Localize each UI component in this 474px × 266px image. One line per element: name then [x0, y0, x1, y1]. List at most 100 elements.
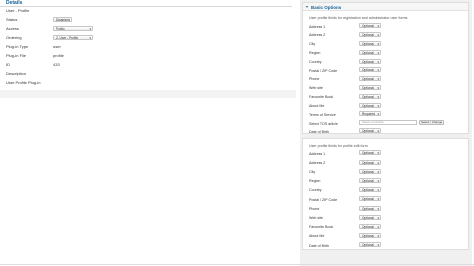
description-label: Description	[6, 71, 27, 76]
field-row: Phone Optional ▾	[309, 205, 464, 213]
basic-options-header[interactable]: ▾ Basic Options	[303, 3, 468, 11]
field-select[interactable]: Optional ▾	[359, 159, 381, 165]
plugin-file-label: Plug-in File	[6, 53, 27, 58]
chevron-down-icon: ▾	[377, 77, 379, 82]
plugin-name: User - Profile	[6, 8, 30, 13]
field-select[interactable]: Optional ▾	[359, 32, 381, 38]
ordering-select[interactable]: 2. User - Profile ▾	[53, 35, 93, 41]
id-label: ID	[6, 62, 10, 67]
field-select[interactable]: Optional ▾	[359, 76, 381, 82]
field-label: About Me	[309, 234, 325, 239]
field-row: Address 2 Optional ▾	[309, 159, 464, 167]
chevron-down-icon: ▾	[89, 36, 91, 41]
field-row: Country Optional ▾	[309, 187, 464, 195]
chevron-down-icon: ▾	[377, 151, 379, 156]
field-select[interactable]: Optional ▾	[359, 205, 381, 211]
chevron-down-icon: ▾	[377, 86, 379, 91]
chevron-down-icon: ▾	[377, 206, 379, 211]
field-label: Phone	[309, 206, 320, 211]
field-label: Terms of Service	[309, 112, 336, 117]
field-select[interactable]: Optional ▾	[359, 214, 381, 220]
id-value: 433	[53, 62, 60, 67]
chevron-down-icon: ▾	[377, 197, 379, 202]
field-select[interactable]: Optional ▾	[359, 187, 381, 193]
field-label: Address 1	[309, 24, 326, 29]
field-label: City	[309, 169, 316, 174]
access-select[interactable]: Public ▾	[53, 26, 93, 32]
field-select[interactable]: Optional ▾	[359, 41, 381, 47]
field-label: Web site	[309, 86, 323, 91]
field-label: Favourite Book	[309, 225, 334, 230]
chevron-down-icon: ▾	[377, 33, 379, 38]
field-row: Region Optional ▾	[309, 49, 464, 57]
basic-options-pane: ▾ Basic Options User profile fields for …	[302, 2, 469, 134]
tos-article-input[interactable]: Select an Article	[359, 120, 417, 126]
field-select[interactable]: Optional ▾	[359, 85, 381, 91]
field-row: Postal / ZIP Code Optional ▾	[309, 67, 464, 75]
select-change-button[interactable]: Select / Change	[419, 120, 445, 126]
field-row: Favourite Book Optional ▾	[309, 224, 464, 232]
field-select[interactable]: Optional ▾	[359, 178, 381, 184]
chevron-down-icon: ▾	[68, 18, 70, 23]
field-row: Web site Optional ▾	[309, 85, 464, 93]
field-row: Address 1 Optional ▾	[309, 23, 464, 31]
registration-dob-row: Date of Birth Optional ▾	[309, 128, 464, 136]
plugin-file-value: profile	[53, 53, 64, 58]
field-row: Terms of Service Required ▾	[309, 111, 464, 119]
field-select[interactable]: Optional ▾	[359, 67, 381, 73]
field-select[interactable]: Optional ▾	[359, 168, 381, 174]
access-label: Access	[6, 26, 19, 31]
field-label: Phone	[309, 77, 320, 82]
field-select[interactable]: Optional ▾	[359, 93, 381, 99]
chevron-down-icon: ▾	[377, 103, 379, 108]
chevron-down-icon: ▾	[377, 42, 379, 47]
field-row: Favourite Book Optional ▾	[309, 93, 464, 101]
chevron-down-icon: ▾	[377, 68, 379, 73]
field-select[interactable]: Optional ▾	[359, 58, 381, 64]
field-select[interactable]: Optional ▾	[359, 49, 381, 55]
field-row: Country Optional ▾	[309, 58, 464, 66]
field-label: Country	[309, 188, 322, 193]
field-row: About Me Optional ▾	[309, 102, 464, 110]
field-label: Region	[309, 179, 321, 184]
chevron-down-icon: ▾	[377, 225, 379, 230]
tos-article-row: Select TOS article Select an Article Sele…	[309, 120, 464, 128]
field-label: Postal / ZIP Code	[309, 197, 338, 202]
dob-select[interactable]: Optional ▾	[359, 128, 381, 134]
field-select[interactable]: Optional ▾	[359, 233, 381, 239]
ordering-label: Ordering	[6, 35, 22, 40]
field-select[interactable]: Optional ▾	[359, 242, 381, 248]
plugin-type-value: user	[53, 44, 61, 49]
chevron-down-icon: ▾	[377, 94, 379, 99]
details-footer	[0, 90, 296, 98]
field-row: Phone Optional ▾	[309, 76, 464, 84]
field-select[interactable]: Optional ▾	[359, 150, 381, 156]
chevron-down-icon: ▾	[377, 50, 379, 55]
chevron-down-icon: ▾	[377, 215, 379, 220]
field-select[interactable]: Optional ▾	[359, 224, 381, 230]
field-label: Address 1	[309, 151, 326, 156]
plugin-description: User Profile Plug-in	[6, 80, 41, 85]
field-select[interactable]: Optional ▾	[359, 102, 381, 108]
chevron-down-icon: ▾	[377, 179, 379, 184]
field-row: Postal / ZIP Code Optional ▾	[309, 196, 464, 204]
options-sidebar: ▾ Basic Options User profile fields for …	[300, 0, 472, 266]
field-row: City Optional ▾	[309, 168, 464, 176]
chevron-down-icon: ▾	[377, 243, 379, 248]
field-select[interactable]: Optional ▾	[359, 196, 381, 202]
field-row: City Optional ▾	[309, 41, 464, 49]
field-select[interactable]: Optional ▾	[359, 23, 381, 29]
dob-label: Date of Birth	[309, 129, 329, 134]
chevron-down-icon: ▾	[377, 112, 379, 117]
field-row: About Me Optional ▾	[309, 233, 464, 241]
field-row: Date of Birth Optional ▾	[309, 242, 464, 250]
chevron-down-icon: ▾	[377, 129, 379, 134]
plugin-type-label: Plug-in Type	[6, 44, 29, 49]
field-label: Address 2	[309, 33, 326, 38]
status-label: Status	[6, 17, 18, 22]
field-select[interactable]: Required ▾	[359, 111, 381, 117]
bottom-border	[0, 264, 474, 265]
field-label: Region	[309, 50, 321, 55]
status-select[interactable]: Disabled ▾	[53, 17, 72, 23]
chevron-down-icon: ▾	[89, 27, 91, 32]
